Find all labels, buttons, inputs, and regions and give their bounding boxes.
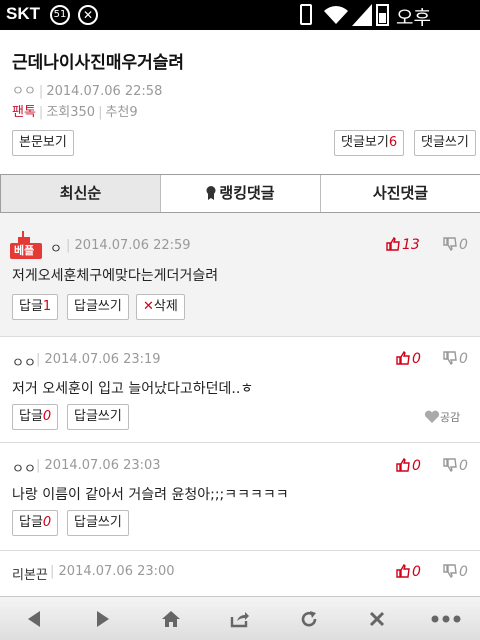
downvote-button[interactable]: 0 [443, 351, 468, 367]
wifi-icon [324, 6, 348, 24]
thumbs-up-icon [396, 350, 410, 365]
comment-text: 나랑 이름이 같아서 거슬려 윤청아;;;ㅋㅋㅋㅋㅋ [12, 487, 289, 503]
thumbs-down-icon [443, 351, 457, 366]
clock: 오후 11:36 [396, 7, 451, 52]
post-title: 근데나이사진매우거슬려 [12, 53, 185, 73]
refresh-button[interactable] [274, 597, 343, 640]
exo-icon: ✕ [78, 5, 98, 25]
recommend-label: 추천 [105, 105, 130, 120]
views-label: 조회 [46, 105, 71, 120]
reply-count-button[interactable]: 답글0 [12, 404, 59, 430]
post-stats: 팬톡 | 조회350 | 추천9 [12, 105, 138, 120]
medal-icon [206, 186, 216, 200]
post-meta: ㅇㅇ | 2014.07.06 22:58 [12, 84, 163, 99]
write-comment-button[interactable]: 댓글쓰기 [414, 130, 476, 156]
upvote-button[interactable]: 13 [386, 236, 420, 253]
comment-count: 6 [388, 135, 398, 150]
comment-author: ㅇ [50, 242, 62, 257]
home-icon [162, 610, 181, 627]
like-button[interactable]: 공감 [424, 409, 460, 425]
delete-icon: ✕ [143, 299, 154, 314]
reply-count-button[interactable]: 답글0 [12, 510, 59, 536]
thumbs-down-icon [443, 564, 457, 579]
share-icon [230, 611, 250, 627]
comment-date: | 2014.07.06 23:00 [50, 564, 175, 579]
refresh-icon [301, 610, 316, 626]
heart-icon [424, 410, 440, 423]
downvote-button[interactable]: 0 [443, 458, 468, 474]
back-icon [28, 610, 41, 627]
more-button[interactable] [411, 597, 480, 640]
views-count: 350 [70, 105, 96, 120]
upvote-button[interactable]: 0 [396, 457, 421, 474]
forward-button[interactable] [69, 597, 138, 640]
best-badge-label: 베플 [14, 244, 35, 257]
share-button[interactable] [206, 597, 275, 640]
upvote-button[interactable]: 0 [396, 350, 421, 367]
tab-latest[interactable]: 최신순 [0, 175, 161, 212]
status-bar: SKT 51 ✕ 오후 11:36 [0, 0, 480, 52]
signal-icon [352, 4, 372, 26]
thumbs-up-icon [396, 563, 410, 578]
sort-tabs: 최신순 랭킹댓글 사진댓글 [0, 174, 480, 213]
close-icon [370, 611, 385, 626]
post-category[interactable]: 팬톡 [12, 105, 36, 120]
tab-photo[interactable]: 사진댓글 [321, 175, 480, 212]
tab-ranking[interactable]: 랭킹댓글 [161, 175, 321, 212]
notification-icon: 51 [50, 5, 70, 25]
comment-author: 리본끈 [12, 568, 48, 583]
recommend-count: 9 [129, 105, 138, 120]
carrier-label: SKT [6, 4, 40, 23]
comment-text: 저게오세훈체구에맞다는게더거슬려 [12, 268, 219, 284]
close-button[interactable] [343, 597, 412, 640]
downvote-button[interactable]: 0 [443, 564, 468, 580]
upvote-button[interactable]: 0 [396, 563, 421, 580]
thumbs-down-icon [443, 458, 457, 473]
more-icon [431, 615, 461, 622]
write-reply-button[interactable]: 답글쓰기 [67, 510, 129, 536]
home-button[interactable] [137, 597, 206, 640]
comment-date: | 2014.07.06 23:03 [36, 458, 161, 473]
write-reply-button[interactable]: 답글쓰기 [67, 294, 129, 320]
battery-icon [376, 4, 389, 26]
thumbs-up-icon [396, 457, 410, 472]
forward-icon [96, 610, 109, 627]
comment-author: ㅇㅇ [12, 356, 36, 371]
thumbs-down-icon [443, 237, 457, 252]
browser-toolbar [0, 596, 480, 640]
comment-text: 저거 오세훈이 입고 늘어났다고하던데..ㅎ [12, 381, 254, 397]
comment-author: ㅇㅇ [12, 462, 36, 477]
post-date: 2014.07.06 22:58 [46, 84, 163, 99]
downvote-button[interactable]: 0 [443, 237, 468, 253]
post-author: ㅇㅇ [12, 84, 36, 99]
comment-date: | 2014.07.06 22:59 [66, 238, 191, 253]
back-button[interactable] [0, 597, 69, 640]
vibrate-icon [300, 4, 312, 25]
comment-date: | 2014.07.06 23:19 [36, 352, 161, 367]
view-comments-button[interactable]: 댓글보기6 [334, 130, 405, 156]
thumbs-up-icon [386, 236, 400, 251]
write-reply-button[interactable]: 답글쓰기 [67, 404, 129, 430]
view-body-button[interactable]: 본문보기 [12, 130, 74, 156]
reply-count-button[interactable]: 답글1 [12, 294, 59, 320]
delete-button[interactable]: ✕삭제 [136, 294, 185, 320]
